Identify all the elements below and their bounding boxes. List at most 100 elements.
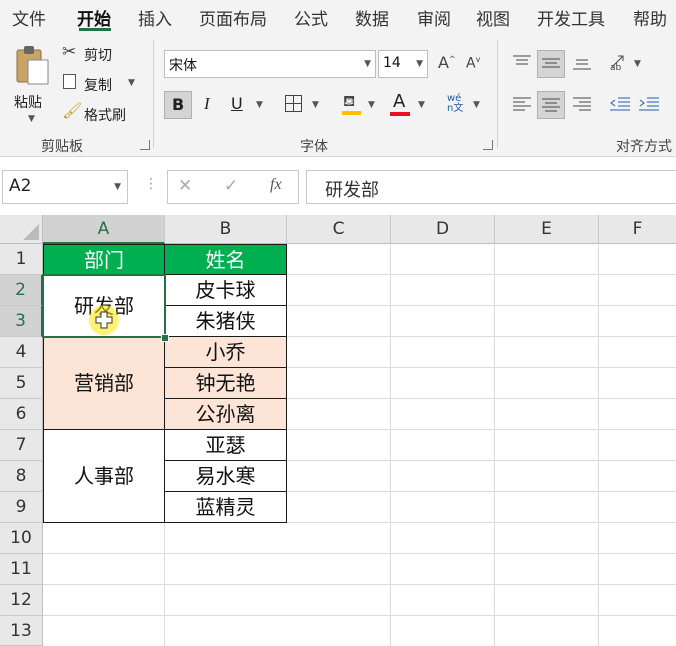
chevron-down-icon: ▼	[28, 114, 35, 124]
align-bottom-icon[interactable]	[572, 56, 592, 72]
row-header-4[interactable]: 4	[0, 337, 43, 368]
copy-icon	[63, 74, 76, 89]
font-group-label: 字体	[300, 139, 328, 155]
name-cell[interactable]: 钟无艳	[164, 367, 287, 399]
align-top-icon[interactable]	[512, 54, 532, 70]
underline-button[interactable]: U	[231, 94, 243, 113]
cut-label: 剪切	[84, 48, 112, 64]
align-middle-icon	[542, 58, 560, 68]
align-center-button[interactable]	[537, 91, 565, 119]
font-size-value: 14	[383, 55, 401, 71]
name-cell[interactable]: 皮卡球	[164, 274, 287, 306]
row-header-3[interactable]: 3	[0, 306, 43, 337]
gridline	[287, 398, 676, 399]
chevron-down-icon[interactable]: ▼	[418, 100, 425, 110]
row-header-1[interactable]: 1	[0, 244, 43, 275]
formula-input[interactable]: 研发部	[306, 170, 676, 204]
enter-icon[interactable]: ✓	[224, 176, 238, 196]
name-cell[interactable]: 公孙离	[164, 398, 287, 430]
column-header-e[interactable]: E	[495, 215, 599, 244]
cancel-icon[interactable]: ✕	[178, 176, 192, 196]
formula-content: 研发部	[325, 180, 379, 201]
column-header-b[interactable]: B	[165, 215, 287, 244]
align-left-icon[interactable]	[512, 96, 532, 112]
decrease-font-icon[interactable]: Av	[466, 55, 480, 72]
gridline	[287, 429, 676, 430]
column-header-f[interactable]: F	[599, 215, 676, 244]
insert-function-icon[interactable]: fx	[270, 176, 282, 194]
phonetic-icon[interactable]: wén文	[447, 94, 467, 114]
gridline	[43, 615, 676, 616]
tab-home[interactable]: 开始	[77, 5, 111, 30]
row-header-9[interactable]: 9	[0, 492, 43, 523]
tab-formulas[interactable]: 公式	[294, 5, 328, 30]
ribbon: 粘贴 ▼ ✂ 剪切 复制 ▼ 🖌 格式刷 剪贴板 宋体 ▼ 14 ▼ A^ Av…	[0, 32, 676, 157]
tab-page-layout[interactable]: 页面布局	[199, 5, 267, 30]
font-size-select[interactable]: 14 ▼	[378, 50, 428, 78]
row-header-2[interactable]: 2	[0, 275, 43, 306]
name-cell[interactable]: 易水寒	[164, 460, 287, 492]
name-cell[interactable]: 小乔	[164, 336, 287, 368]
italic-button[interactable]: I	[204, 94, 210, 114]
format-painter-button[interactable]: 🖌 格式刷	[60, 101, 150, 126]
row-header-6[interactable]: 6	[0, 399, 43, 430]
increase-indent-icon[interactable]	[638, 96, 660, 112]
dept-cell-hr[interactable]: 人事部	[43, 429, 165, 523]
column-header-a[interactable]: A	[43, 215, 165, 244]
gridline	[43, 553, 676, 554]
group-separator	[497, 40, 498, 148]
cell-cursor-icon	[95, 311, 113, 329]
row-header-5[interactable]: 5	[0, 368, 43, 399]
tab-data[interactable]: 数据	[355, 5, 389, 30]
chevron-down-icon: ▼	[416, 59, 423, 69]
row-header-10[interactable]: 10	[0, 523, 43, 554]
tab-help[interactable]: 帮助	[633, 5, 667, 30]
name-cell[interactable]: 亚瑟	[164, 429, 287, 461]
font-color-button[interactable]: A	[389, 91, 413, 117]
chevron-down-icon: ▼	[364, 59, 371, 69]
paste-button[interactable]: 粘贴 ▼	[10, 42, 54, 130]
row-header-8[interactable]: 8	[0, 461, 43, 492]
cut-button[interactable]: ✂ 剪切	[60, 42, 150, 66]
clipboard-launcher-icon[interactable]	[140, 140, 150, 150]
header-cell-dept[interactable]: 部门	[43, 244, 165, 275]
align-right-icon[interactable]	[572, 96, 592, 112]
tab-review[interactable]: 审阅	[417, 5, 451, 30]
chevron-down-icon[interactable]: ▼	[312, 100, 319, 110]
select-all-corner[interactable]	[0, 215, 43, 244]
header-cell-name[interactable]: 姓名	[164, 244, 287, 275]
name-box[interactable]: A2 ▼	[2, 170, 128, 204]
tab-developer[interactable]: 开发工具	[537, 5, 605, 30]
font-color-icon: A	[393, 91, 406, 112]
dept-cell-marketing[interactable]: 营销部	[43, 336, 165, 430]
chevron-down-icon[interactable]: ▼	[634, 59, 641, 69]
column-header-d[interactable]: D	[391, 215, 495, 244]
align-middle-button[interactable]	[537, 50, 565, 78]
bold-button[interactable]: B	[164, 91, 192, 119]
row-header-7[interactable]: 7	[0, 430, 43, 461]
tab-file[interactable]: 文件	[12, 5, 46, 30]
name-cell[interactable]: 朱猪侠	[164, 305, 287, 337]
chevron-down-icon[interactable]: ▼	[473, 100, 480, 110]
copy-button[interactable]: 复制 ▼	[60, 72, 150, 96]
column-header-c[interactable]: C	[287, 215, 391, 244]
font-launcher-icon[interactable]	[483, 140, 493, 150]
decrease-indent-icon[interactable]	[609, 96, 631, 112]
fill-handle[interactable]	[161, 334, 169, 342]
row-header-13[interactable]: 13	[0, 616, 43, 646]
select-all-icon	[23, 224, 39, 240]
chevron-down-icon[interactable]: ▼	[368, 100, 375, 110]
tab-view[interactable]: 视图	[476, 5, 510, 30]
font-family-select[interactable]: 宋体 ▼	[164, 50, 376, 78]
row-header-11[interactable]: 11	[0, 554, 43, 585]
fill-color-button[interactable]: ⛾	[340, 92, 364, 116]
chevron-down-icon[interactable]: ▼	[256, 100, 263, 110]
border-icon[interactable]	[285, 95, 302, 112]
row-header-12[interactable]: 12	[0, 585, 43, 616]
orientation-icon[interactable]: ab	[609, 53, 631, 71]
increase-font-icon[interactable]: A^	[438, 53, 456, 72]
bold-icon: B	[172, 95, 185, 114]
tab-insert[interactable]: 插入	[138, 5, 172, 30]
copy-label: 复制	[84, 78, 112, 94]
name-cell[interactable]: 蓝精灵	[164, 491, 287, 523]
